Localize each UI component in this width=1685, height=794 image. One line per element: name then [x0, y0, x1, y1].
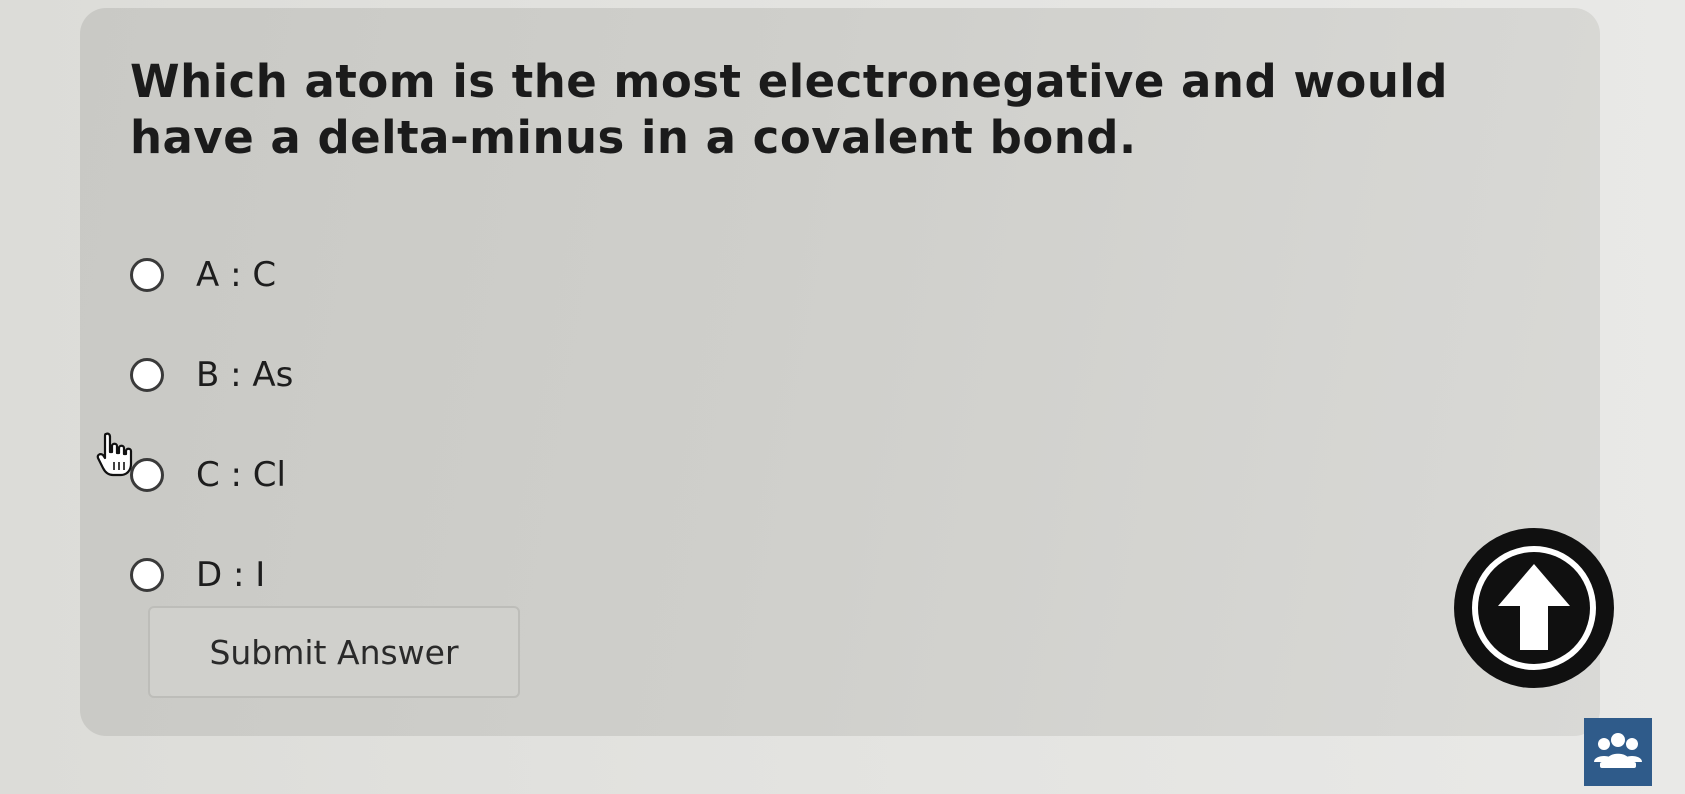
page: Which atom is the most electronegative a…: [0, 0, 1685, 794]
option-b-radio[interactable]: [130, 358, 164, 392]
arrow-up-icon: [1472, 546, 1596, 670]
group-people-icon: [1594, 733, 1642, 768]
question-text: Which atom is the most electronegative a…: [130, 55, 1448, 164]
option-a-radio[interactable]: [130, 258, 164, 292]
option-c-label: C : Cl: [196, 455, 286, 495]
hand-pointer-icon: [96, 432, 133, 477]
submit-answer-button[interactable]: Submit Answer: [148, 606, 520, 698]
scroll-to-top-button[interactable]: [1454, 528, 1614, 688]
option-d-label: D : I: [196, 555, 266, 595]
option-c[interactable]: C : Cl: [130, 425, 293, 525]
answer-options: A : C B : As C : Cl D : I: [130, 225, 293, 625]
group-help-button[interactable]: [1584, 718, 1652, 786]
option-a-label: A : C: [196, 255, 277, 295]
option-d-radio[interactable]: [130, 558, 164, 592]
option-b[interactable]: B : As: [130, 325, 293, 425]
option-b-label: B : As: [196, 355, 294, 395]
option-a[interactable]: A : C: [130, 225, 293, 325]
